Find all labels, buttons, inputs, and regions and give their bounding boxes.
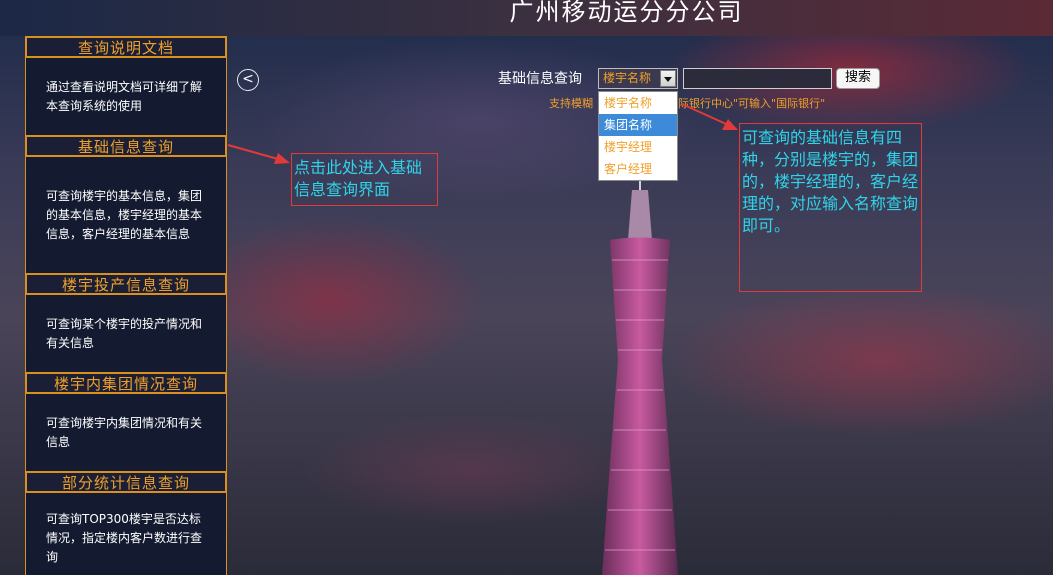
query-type-dropdown: 楼宇名称 集团名称 楼宇经理 客户经理	[598, 91, 678, 181]
query-type-selected: 楼宇名称	[603, 71, 652, 85]
sidebar-item-group[interactable]: 楼宇内集团情况查询	[25, 372, 227, 394]
sidebar-item-basic-info[interactable]: 基础信息查询	[25, 135, 227, 157]
annotation-note-query-types: 可查询的基础信息有四种，分别是楼宇的，集团的，楼宇经理的，客户经理的，对应输入名…	[739, 123, 922, 292]
annotation-arrow-left-icon	[227, 144, 290, 164]
dropdown-option-building-manager[interactable]: 楼宇经理	[599, 136, 677, 158]
sidebar-desc-group: 可查询楼宇内集团情况和有关信息	[46, 415, 203, 449]
search-button[interactable]: 搜索	[836, 68, 880, 89]
sidebar-desc-statistics: 可查询TOP300楼宇是否达标情况，指定楼内客户数进行查询	[46, 511, 203, 564]
search-input[interactable]	[683, 68, 832, 89]
tower-image	[602, 130, 678, 575]
app-title: 广州移动运分分公司	[509, 0, 744, 26]
sidebar-desc-production: 可查询某个楼宇的投产情况和有关信息	[46, 316, 203, 350]
sidebar-item-doc[interactable]: 查询说明文档	[25, 36, 227, 58]
sidebar-item-production[interactable]: 楼宇投产信息查询	[25, 273, 227, 295]
sidebar-desc-doc: 通过查看说明文档可详细了解本查询系统的使用	[46, 79, 203, 113]
dropdown-option-customer-manager[interactable]: 客户经理	[599, 158, 677, 180]
query-type-select[interactable]: 楼宇名称	[598, 68, 678, 89]
annotation-note-basic-info: 点击此处进入基础信息查询界面	[291, 153, 438, 206]
sidebar-desc-basic-info: 可查询楼宇的基本信息，集团的基本信息，楼宇经理的基本信息，客户经理的基本信息	[46, 188, 203, 241]
hint-text-left: 支持模糊	[549, 97, 593, 110]
sidebar-item-statistics[interactable]: 部分统计信息查询	[25, 471, 227, 493]
dropdown-option-building[interactable]: 楼宇名称	[599, 92, 677, 114]
annotation-arrow-right-icon	[681, 103, 738, 130]
chevron-down-icon[interactable]	[660, 70, 676, 87]
query-label: 基础信息查询	[498, 71, 582, 87]
dropdown-option-group[interactable]: 集团名称	[599, 114, 677, 136]
back-button[interactable]: <	[237, 69, 259, 91]
sidebar: 查询说明文档 通过查看说明文档可详细了解本查询系统的使用 基础信息查询 可查询楼…	[25, 36, 227, 575]
